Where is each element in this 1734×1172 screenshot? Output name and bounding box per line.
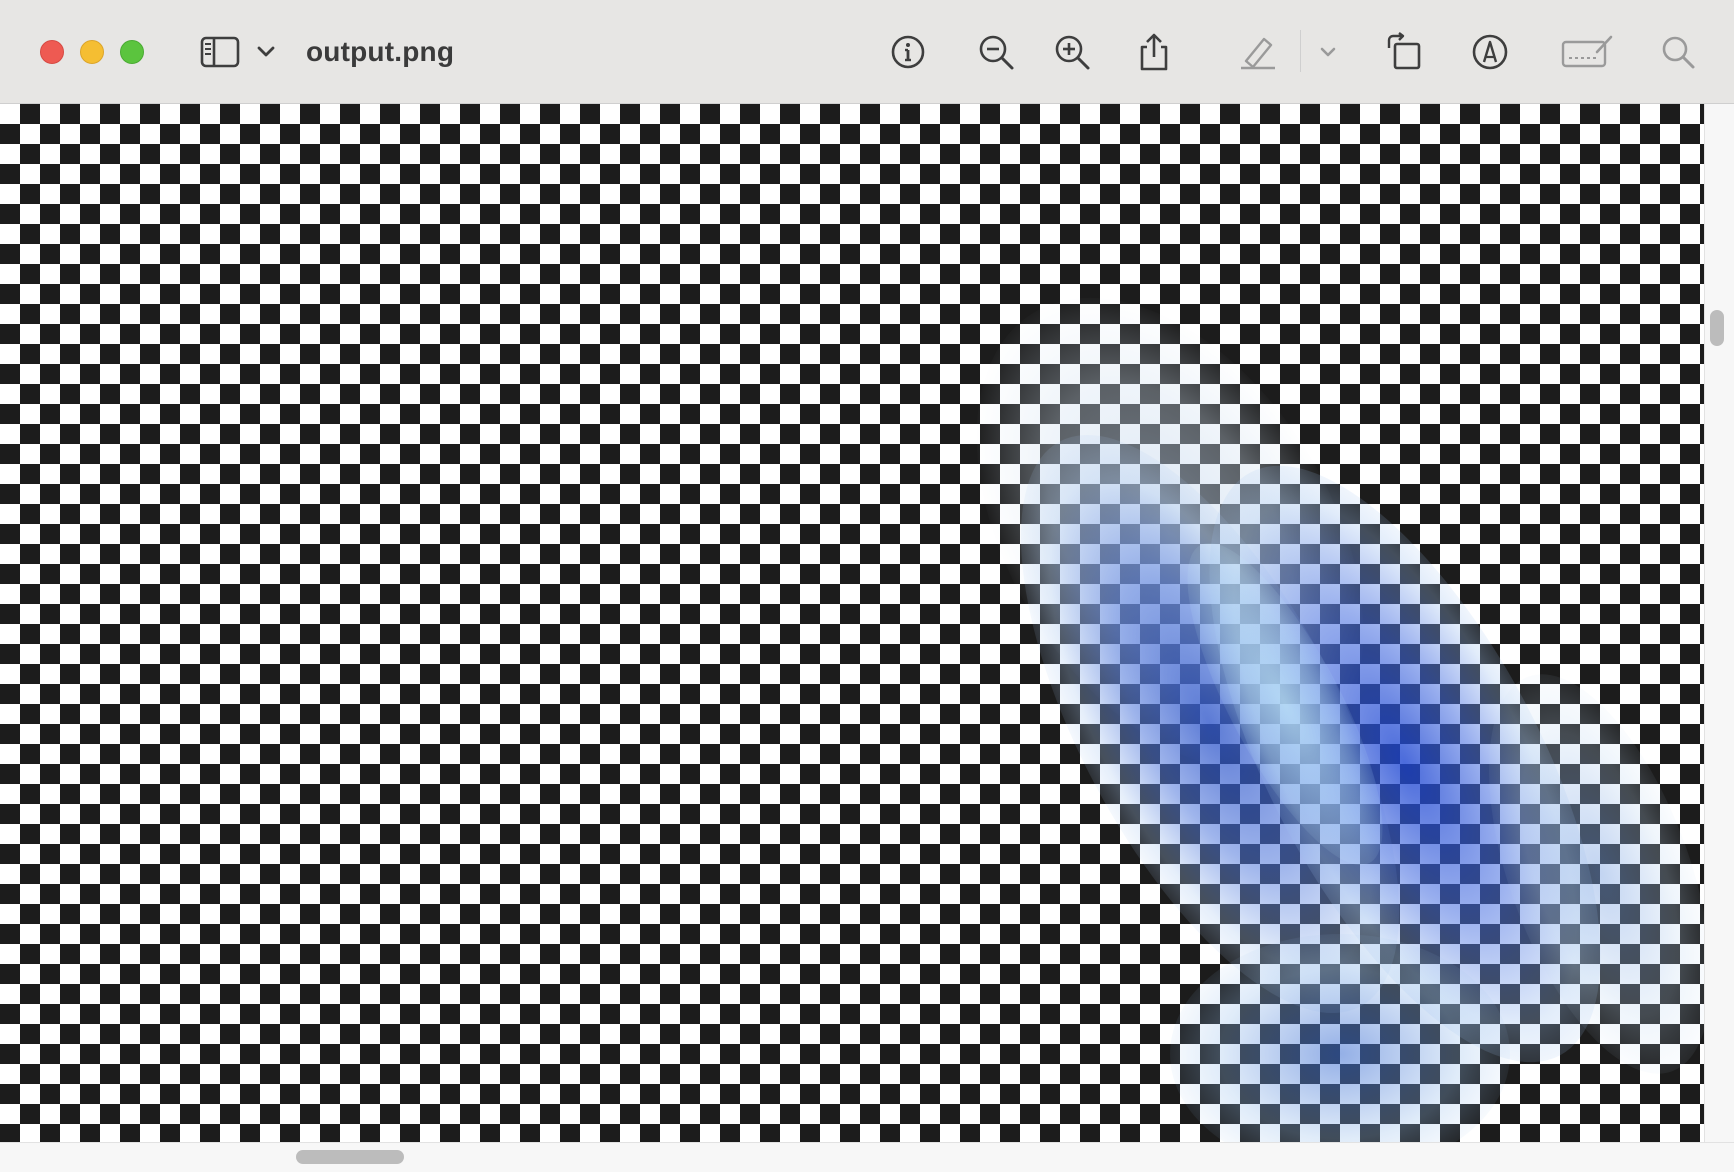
highlighter-icon: [1238, 33, 1278, 71]
info-button[interactable]: [884, 28, 932, 76]
rotate-button[interactable]: [1380, 28, 1428, 76]
close-button[interactable]: [40, 40, 64, 64]
zoom-in-button[interactable]: [1048, 28, 1096, 76]
highlight-button[interactable]: [1234, 28, 1282, 76]
search-icon: [1660, 34, 1696, 70]
chevron-down-icon: [256, 45, 276, 59]
info-icon: [890, 34, 926, 70]
image-shape-light: [896, 228, 1444, 840]
preview-window: output.png: [0, 0, 1734, 1172]
zoom-in-icon: [1053, 33, 1091, 71]
horizontal-scrollbar[interactable]: [0, 1142, 1734, 1172]
highlight-options-button[interactable]: [1306, 28, 1350, 76]
window-title: output.png: [306, 36, 455, 67]
image-shape-far-right: [1443, 645, 1704, 1103]
sign-button[interactable]: [1560, 28, 1614, 76]
vertical-scroll-thumb[interactable]: [1710, 310, 1724, 346]
vertical-scrollbar[interactable]: [1704, 104, 1734, 1142]
image-shape-left: [944, 380, 1476, 1068]
minimize-button[interactable]: [80, 40, 104, 64]
zoom-out-icon: [977, 33, 1015, 71]
rotate-icon: [1385, 32, 1423, 72]
signature-icon: [1561, 34, 1613, 70]
title-bar: output.png: [0, 0, 1734, 104]
sidebar-options-button[interactable]: [242, 28, 290, 76]
image-shape-center-light: [1151, 519, 1419, 889]
sidebar-toggle-button[interactable]: [196, 28, 244, 76]
search-button[interactable]: [1654, 28, 1702, 76]
share-button[interactable]: [1130, 28, 1178, 76]
sidebar-icon: [200, 36, 240, 68]
markup-icon: [1471, 33, 1509, 71]
chevron-down-icon: [1319, 46, 1337, 58]
markup-button[interactable]: [1466, 28, 1514, 76]
image-canvas[interactable]: [0, 104, 1704, 1142]
share-icon: [1137, 32, 1171, 72]
zoom-out-button[interactable]: [972, 28, 1020, 76]
zoom-button[interactable]: [120, 40, 144, 64]
toolbar-divider: [1300, 30, 1301, 72]
horizontal-scroll-thumb[interactable]: [296, 1150, 404, 1164]
image-shape-right: [1130, 409, 1680, 1119]
image-shape-bottom: [1170, 934, 1510, 1142]
